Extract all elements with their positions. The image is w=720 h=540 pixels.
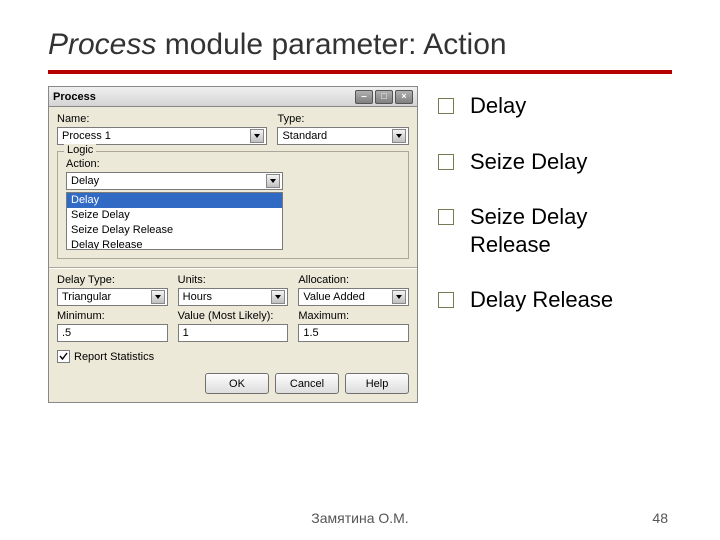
footer-page: 48 bbox=[652, 510, 668, 526]
ok-button[interactable]: OK bbox=[205, 373, 269, 394]
bullet-seize-delay: Seize Delay bbox=[438, 148, 672, 176]
action-option-seize-delay[interactable]: Seize Delay bbox=[67, 208, 282, 223]
name-value: Process 1 bbox=[62, 130, 111, 142]
slide-title: Process module parameter: Action bbox=[48, 28, 672, 62]
chevron-down-icon bbox=[250, 129, 264, 143]
dialog-titlebar: Process ‒ □ × bbox=[49, 87, 417, 107]
action-dropdown-list[interactable]: Delay Seize Delay Seize Delay Release De… bbox=[66, 192, 283, 250]
process-dialog: Process ‒ □ × Name: Process 1 bbox=[48, 86, 418, 403]
type-label: Type: bbox=[277, 113, 409, 125]
chevron-down-icon bbox=[266, 174, 280, 188]
footer-author: Замятина О.М. bbox=[0, 510, 720, 526]
action-value: Delay bbox=[71, 175, 99, 187]
bullet-delay: Delay bbox=[438, 92, 672, 120]
minimize-button[interactable]: ‒ bbox=[355, 90, 373, 104]
units-label: Units: bbox=[178, 274, 289, 286]
maximum-label: Maximum: bbox=[298, 310, 409, 322]
cancel-button[interactable]: Cancel bbox=[275, 373, 339, 394]
most-likely-label: Value (Most Likely): bbox=[178, 310, 289, 322]
type-value: Standard bbox=[282, 130, 327, 142]
delay-type-field[interactable]: Triangular bbox=[57, 288, 168, 306]
chevron-down-icon bbox=[151, 290, 165, 304]
logic-legend: Logic bbox=[64, 144, 96, 156]
delay-type-value: Triangular bbox=[62, 291, 111, 303]
action-option-delay-release[interactable]: Delay Release bbox=[67, 238, 282, 250]
units-field[interactable]: Hours bbox=[178, 288, 289, 306]
check-icon bbox=[59, 352, 68, 361]
chevron-down-icon bbox=[392, 129, 406, 143]
units-value: Hours bbox=[183, 291, 212, 303]
maximize-button[interactable]: □ bbox=[375, 90, 393, 104]
bullet-delay-release: Delay Release bbox=[438, 286, 672, 314]
action-option-delay[interactable]: Delay bbox=[67, 193, 282, 208]
action-field[interactable]: Delay bbox=[66, 172, 283, 190]
title-word3: parameter: Action bbox=[271, 28, 506, 61]
type-field[interactable]: Standard bbox=[277, 127, 409, 145]
bullet-box-icon bbox=[438, 292, 454, 308]
maximum-field[interactable]: 1.5 bbox=[298, 324, 409, 342]
name-label: Name: bbox=[57, 113, 267, 125]
allocation-value: Value Added bbox=[303, 291, 365, 303]
logic-group: Logic Action: Delay Delay Seize Delay Se… bbox=[57, 151, 409, 259]
title-word2: module bbox=[156, 28, 271, 61]
help-button[interactable]: Help bbox=[345, 373, 409, 394]
divider bbox=[49, 267, 417, 268]
bullet-box-icon bbox=[438, 98, 454, 114]
bullet-box-icon bbox=[438, 209, 454, 225]
minimum-label: Minimum: bbox=[57, 310, 168, 322]
dialog-title: Process bbox=[53, 91, 96, 103]
action-option-seize-delay-release[interactable]: Seize Delay Release bbox=[67, 223, 282, 238]
chevron-down-icon bbox=[271, 290, 285, 304]
report-stats-label: Report Statistics bbox=[74, 351, 154, 363]
bullet-box-icon bbox=[438, 154, 454, 170]
bullet-list: Delay Seize Delay Seize Delay Release De… bbox=[438, 86, 672, 403]
report-stats-checkbox[interactable] bbox=[57, 350, 70, 363]
title-rule bbox=[48, 70, 672, 74]
most-likely-field[interactable]: 1 bbox=[178, 324, 289, 342]
allocation-field[interactable]: Value Added bbox=[298, 288, 409, 306]
name-field[interactable]: Process 1 bbox=[57, 127, 267, 145]
minimum-field[interactable]: .5 bbox=[57, 324, 168, 342]
action-label: Action: bbox=[66, 158, 400, 170]
slide-footer: Замятина О.М. 48 bbox=[0, 510, 720, 526]
title-word1: Process bbox=[48, 28, 156, 61]
close-button[interactable]: × bbox=[395, 90, 413, 104]
delay-type-label: Delay Type: bbox=[57, 274, 168, 286]
bullet-seize-delay-release: Seize Delay Release bbox=[438, 203, 672, 258]
chevron-down-icon bbox=[392, 290, 406, 304]
allocation-label: Allocation: bbox=[298, 274, 409, 286]
